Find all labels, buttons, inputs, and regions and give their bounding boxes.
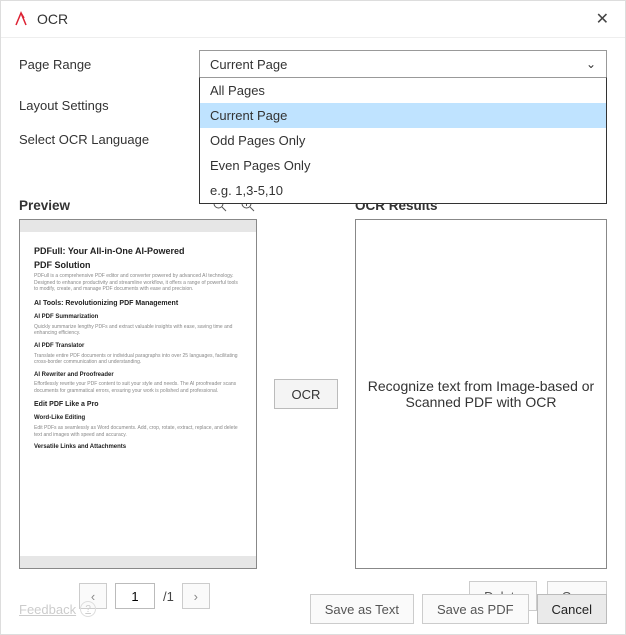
app-icon	[13, 11, 29, 27]
label-ocr-language: Select OCR Language	[19, 132, 199, 147]
row-page-range: Page Range Current Page ⌄ All Pages Curr…	[19, 50, 607, 78]
doc-h3d: Word-Like Editing	[34, 415, 242, 423]
doc-p4: Effortlessly rewrite your PDF content to…	[34, 381, 242, 394]
preview-title: Preview	[19, 198, 70, 213]
label-page-range: Page Range	[19, 57, 199, 72]
preview-top-margin	[20, 220, 256, 232]
page-range-selected: Current Page	[210, 57, 287, 72]
doc-h1b: PDF Solution	[34, 260, 242, 272]
titlebar: OCR ✕	[1, 1, 625, 38]
save-as-text-button[interactable]: Save as Text	[310, 594, 414, 624]
doc-h3a: AI PDF Summarization	[34, 314, 242, 322]
doc-h3b: AI PDF Translator	[34, 343, 242, 351]
doc-h2a: AI Tools: Revolutionizing PDF Management	[34, 299, 242, 308]
field-page-range: Current Page ⌄ All Pages Current Page Od…	[199, 50, 607, 78]
page-range-dropdown: All Pages Current Page Odd Pages Only Ev…	[199, 77, 607, 204]
ocr-button[interactable]: OCR	[274, 379, 338, 409]
doc-h3e: Versatile Links and Attachments	[34, 444, 242, 452]
footer: Feedback ? Save as Text Save as PDF Canc…	[19, 594, 607, 624]
dropdown-option-even[interactable]: Even Pages Only	[200, 153, 606, 178]
results-panel: OCR Results Recognize text from Image-ba…	[355, 195, 607, 569]
results-placeholder: Recognize text from Image-based or Scann…	[366, 378, 596, 410]
dropdown-option-odd[interactable]: Odd Pages Only	[200, 128, 606, 153]
feedback-help-icon: ?	[80, 601, 96, 617]
preview-panel: Preview PDFull: Your All-in-One AI-Power…	[19, 195, 257, 569]
close-icon[interactable]: ✕	[592, 9, 613, 29]
doc-p5: Edit PDFs as seamlessly as Word document…	[34, 425, 242, 438]
results-viewport: Recognize text from Image-based or Scann…	[355, 219, 607, 569]
center-column: OCR	[271, 195, 341, 569]
footer-buttons: Save as Text Save as PDF Cancel	[310, 594, 607, 624]
doc-h3c: AI Rewriter and Proofreader	[34, 372, 242, 380]
label-layout-settings: Layout Settings	[19, 98, 199, 113]
content-area: Page Range Current Page ⌄ All Pages Curr…	[1, 38, 625, 611]
chevron-down-icon: ⌄	[586, 57, 596, 71]
window-title: OCR	[37, 11, 68, 27]
save-as-pdf-button[interactable]: Save as PDF	[422, 594, 529, 624]
preview-viewport: PDFull: Your All-in-One AI-Powered PDF S…	[19, 219, 257, 569]
doc-p1: PDFull is a comprehensive PDF editor and…	[34, 273, 242, 293]
mid-area: Preview PDFull: Your All-in-One AI-Power…	[19, 195, 607, 569]
doc-p3: Translate entire PDF documents or indivi…	[34, 353, 242, 366]
feedback-label: Feedback	[19, 602, 76, 617]
cancel-button[interactable]: Cancel	[537, 594, 607, 624]
preview-bottom-margin	[20, 556, 256, 568]
doc-p2: Quickly summarize lengthy PDFs and extra…	[34, 324, 242, 337]
doc-h1a: PDFull: Your All-in-One AI-Powered	[34, 246, 242, 258]
dropdown-option-all[interactable]: All Pages	[200, 78, 606, 103]
titlebar-left: OCR	[13, 11, 68, 27]
dropdown-option-current[interactable]: Current Page	[200, 103, 606, 128]
dropdown-option-custom[interactable]: e.g. 1,3-5,10	[200, 178, 606, 203]
page-range-select[interactable]: Current Page ⌄	[199, 50, 607, 78]
feedback-link[interactable]: Feedback ?	[19, 601, 96, 617]
preview-page: PDFull: Your All-in-One AI-Powered PDF S…	[20, 232, 256, 556]
doc-h2b: Edit PDF Like a Pro	[34, 400, 242, 409]
